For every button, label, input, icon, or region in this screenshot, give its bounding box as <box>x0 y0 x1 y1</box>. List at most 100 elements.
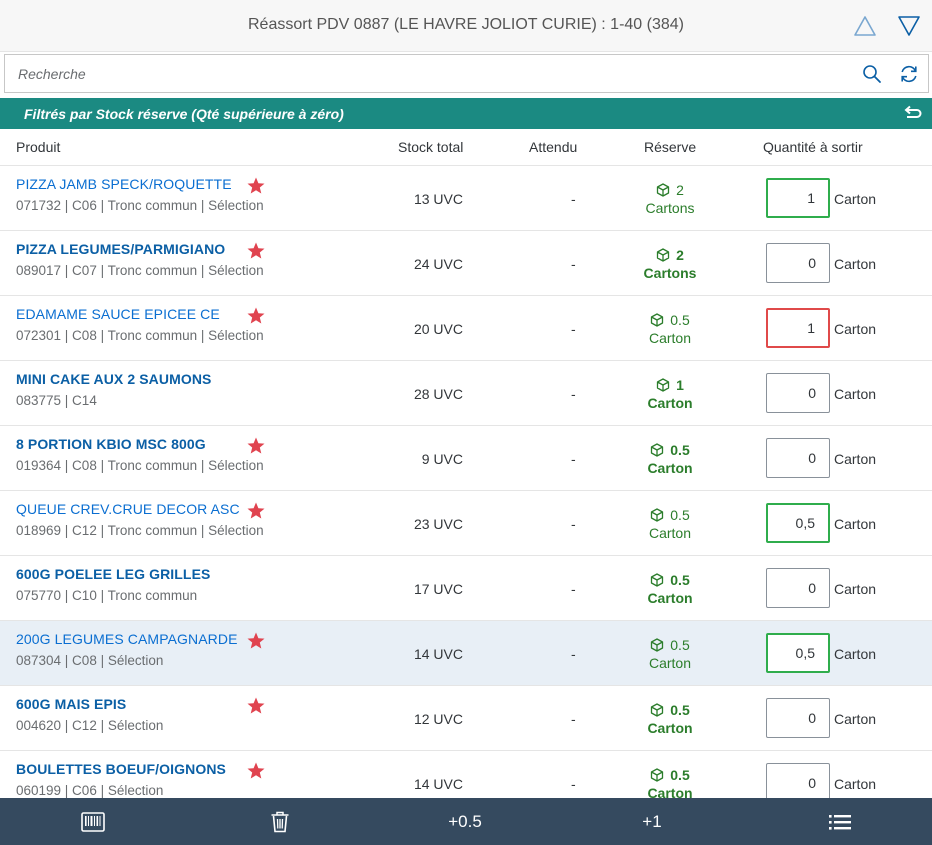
product-list: PIZZA JAMB SPECK/ROQUETTE 071732 | C06 | … <box>0 166 932 798</box>
previous-page-button[interactable] <box>852 13 878 39</box>
product-meta: 060199 | C06 | Sélection <box>16 783 164 798</box>
product-name[interactable]: 8 PORTION KBIO MSC 800G <box>16 436 206 452</box>
star-icon[interactable] <box>246 176 266 196</box>
reserve-cell: 0.5 Carton <box>620 766 720 798</box>
attendu-value: - <box>571 386 576 402</box>
refresh-icon <box>901 65 917 83</box>
star-icon[interactable] <box>246 436 266 456</box>
star-icon[interactable] <box>246 696 266 716</box>
box-icon <box>651 703 664 717</box>
quantity-input[interactable] <box>766 308 830 348</box>
quantity-input[interactable] <box>766 698 830 738</box>
table-row[interactable]: PIZZA JAMB SPECK/ROQUETTE 071732 | C06 | … <box>0 166 932 231</box>
app-header: Réassort PDV 0887 (LE HAVRE JOLIOT CURIE… <box>0 0 932 52</box>
table-row[interactable]: QUEUE CREV.CRUE DECOR ASC 018969 | C12 | … <box>0 491 932 556</box>
stock-total: 23 UVC <box>413 516 463 532</box>
clear-filter-button[interactable] <box>902 104 922 122</box>
stock-total: 20 UVC <box>413 321 463 337</box>
search-input[interactable] <box>5 55 845 92</box>
column-header-produit: Produit <box>16 139 61 155</box>
product-name[interactable]: PIZZA LEGUMES/PARMIGIANO <box>16 241 225 257</box>
quantity-unit: Carton <box>834 321 877 337</box>
delete-button[interactable] <box>250 798 310 845</box>
column-header-quantite: Quantité à sortir <box>763 139 863 155</box>
reserve-quantity: 0.5 <box>670 442 690 458</box>
add-one-button[interactable]: +1 <box>620 798 684 845</box>
quantity-input[interactable] <box>766 503 830 543</box>
quantity-input[interactable] <box>766 633 830 673</box>
quantity-input[interactable] <box>766 568 830 608</box>
quantity-input[interactable] <box>766 763 830 798</box>
reserve-quantity: 0.5 <box>670 637 690 653</box>
table-row[interactable]: BOULETTES BOEUF/OIGNONS 060199 | C06 | Sé… <box>0 751 932 798</box>
undo-icon <box>904 105 922 118</box>
add-half-button[interactable]: +0.5 <box>425 798 505 845</box>
attendu-value: - <box>571 451 576 467</box>
box-icon <box>651 573 664 587</box>
table-row[interactable]: MINI CAKE AUX 2 SAUMONS 083775 | C14 28 UV… <box>0 361 932 426</box>
reserve-cell: 0.5 Carton <box>620 571 720 607</box>
table-row[interactable]: 8 PORTION KBIO MSC 800G 019364 | C08 | Tr… <box>0 426 932 491</box>
search-button[interactable] <box>861 63 883 85</box>
table-row[interactable]: 200G LEGUMES CAMPAGNARDE 087304 | C08 | S… <box>0 621 932 686</box>
product-name[interactable]: PIZZA JAMB SPECK/ROQUETTE <box>16 176 232 192</box>
column-header-row: Produit Stock total Attendu Réserve Quan… <box>0 129 932 166</box>
box-icon <box>651 638 664 652</box>
product-name[interactable]: QUEUE CREV.CRUE DECOR ASC <box>16 501 240 517</box>
quantity-unit: Carton <box>834 256 877 272</box>
product-name[interactable]: BOULETTES BOEUF/OIGNONS <box>16 761 226 777</box>
star-icon[interactable] <box>246 761 266 781</box>
star-icon[interactable] <box>246 241 266 261</box>
stock-total: 14 UVC <box>413 776 463 792</box>
column-header-attendu: Attendu <box>529 139 578 155</box>
box-icon <box>651 768 664 782</box>
reserve-cell: 2 Cartons <box>620 246 720 282</box>
quantity-input[interactable] <box>766 373 830 413</box>
next-page-button[interactable] <box>896 13 922 39</box>
star-icon[interactable] <box>246 631 266 651</box>
stock-total: 17 UVC <box>413 581 463 597</box>
refresh-button[interactable] <box>898 63 920 85</box>
product-name[interactable]: 600G POELEE LEG GRILLES <box>16 566 210 582</box>
attendu-value: - <box>571 776 576 792</box>
reserve-unit: Cartons <box>645 200 695 216</box>
quantity-input[interactable] <box>766 178 830 218</box>
reserve-cell: 0.5 Carton <box>620 506 720 542</box>
table-row[interactable]: EDAMAME SAUCE EPICEE CE 072301 | C08 | Tr… <box>0 296 932 361</box>
triangle-up-icon <box>854 16 876 36</box>
quantity-unit: Carton <box>834 646 877 662</box>
filter-bar: Filtrés par Stock réserve (Qté supérieur… <box>0 98 932 129</box>
column-header-reserve: Réserve <box>644 139 697 155</box>
reserve-cell: 2 Cartons <box>620 181 720 217</box>
reserve-unit: Carton <box>648 655 692 671</box>
table-row[interactable]: 600G MAIS EPIS 004620 | C12 | Sélection 12… <box>0 686 932 751</box>
product-meta: 019364 | C08 | Tronc commun | Sélection <box>16 458 264 473</box>
table-row[interactable]: 600G POELEE LEG GRILLES 075770 | C10 | Tr… <box>0 556 932 621</box>
footer-toolbar: +0.5 +1 <box>0 798 932 845</box>
quantity-input[interactable] <box>766 438 830 478</box>
barcode-button[interactable] <box>63 798 123 845</box>
product-name[interactable]: 200G LEGUMES CAMPAGNARDE <box>16 631 238 647</box>
quantity-unit: Carton <box>834 776 877 792</box>
reserve-quantity: 0.5 <box>670 312 690 328</box>
reserve-quantity: 0.5 <box>670 702 690 718</box>
table-row[interactable]: PIZZA LEGUMES/PARMIGIANO 089017 | C07 | T… <box>0 231 932 296</box>
quantity-input[interactable] <box>766 243 830 283</box>
star-icon[interactable] <box>246 501 266 521</box>
star-icon[interactable] <box>246 306 266 326</box>
attendu-value: - <box>571 646 576 662</box>
product-meta: 071732 | C06 | Tronc commun | Sélection <box>16 198 264 213</box>
reserve-quantity: 0.5 <box>670 572 690 588</box>
reserve-cell: 0.5 Carton <box>620 701 720 737</box>
quantity-unit: Carton <box>834 516 877 532</box>
product-name[interactable]: 600G MAIS EPIS <box>16 696 126 712</box>
box-icon <box>651 508 664 522</box>
reserve-unit: Cartons <box>643 265 697 281</box>
product-meta: 087304 | C08 | Sélection <box>16 653 164 668</box>
search-bar <box>4 54 929 93</box>
stock-total: 13 UVC <box>413 191 463 207</box>
list-button[interactable] <box>810 798 870 845</box>
product-name[interactable]: EDAMAME SAUCE EPICEE CE <box>16 306 220 322</box>
quantity-unit: Carton <box>834 386 877 402</box>
product-name[interactable]: MINI CAKE AUX 2 SAUMONS <box>16 371 211 387</box>
